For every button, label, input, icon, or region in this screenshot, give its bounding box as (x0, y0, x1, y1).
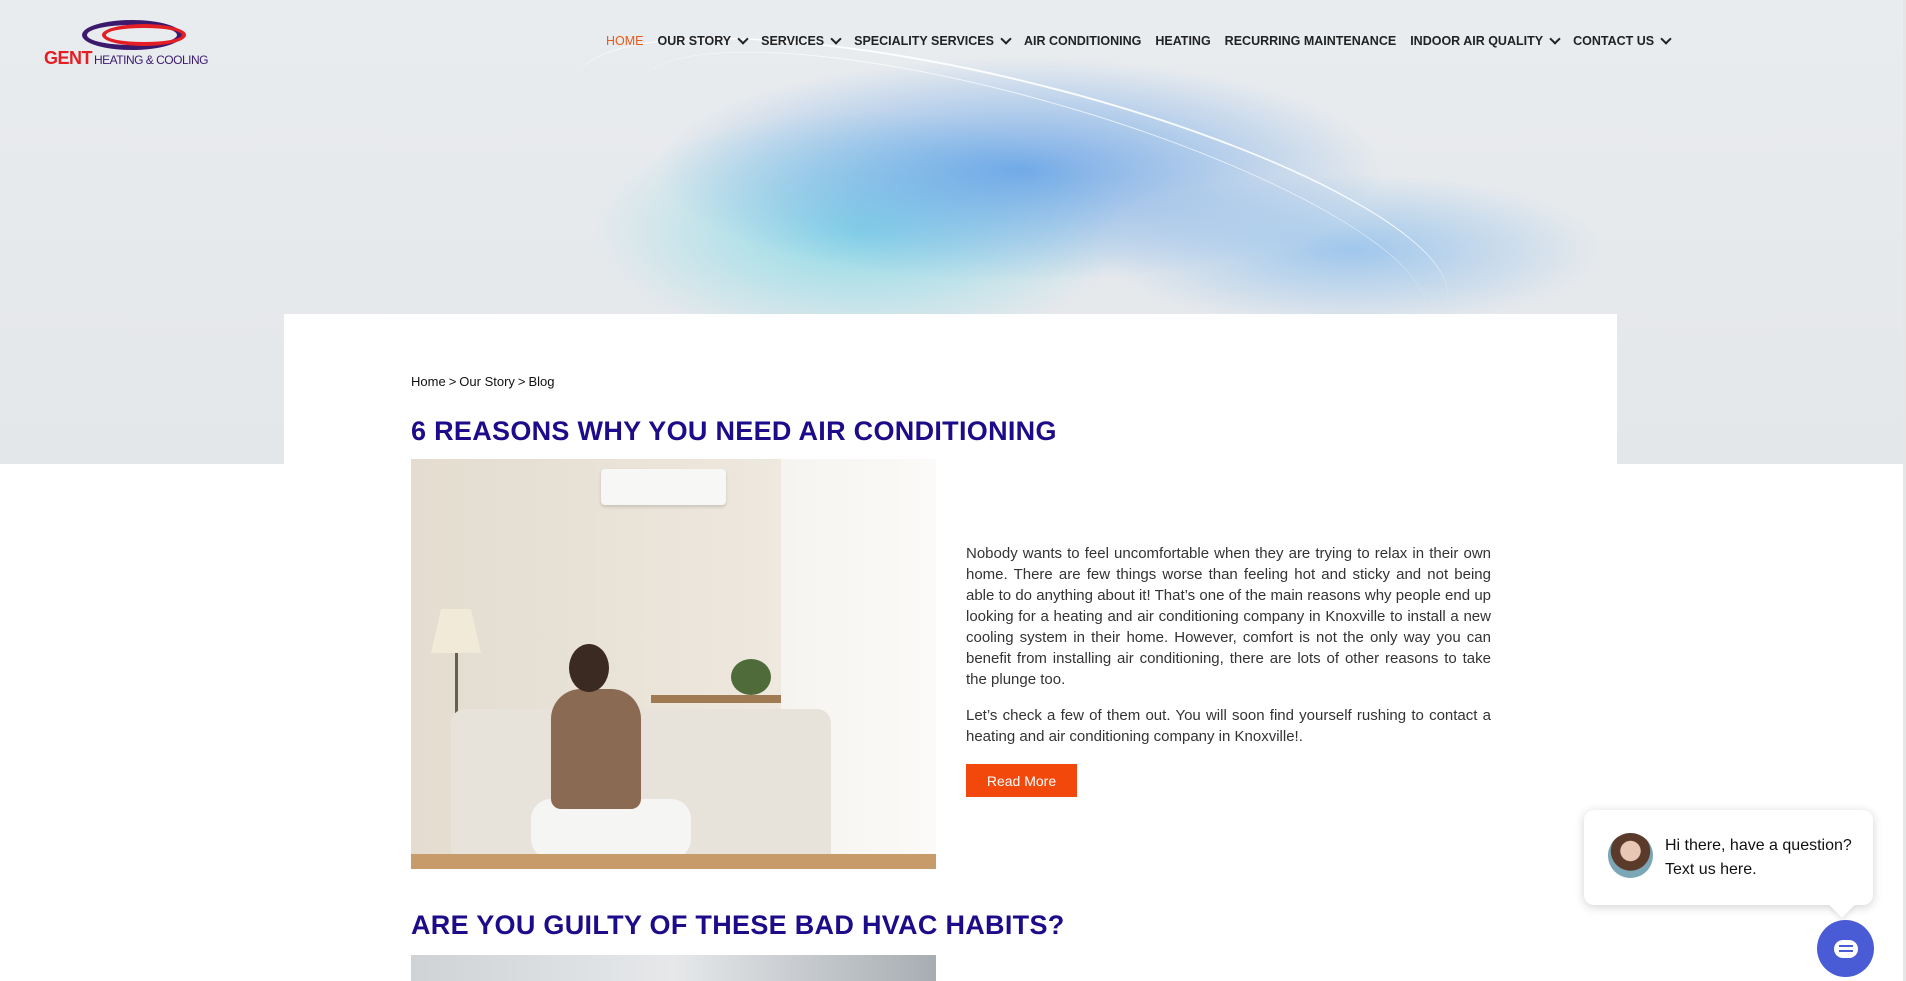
chevron-down-icon (737, 33, 749, 45)
chevron-down-icon (1000, 33, 1012, 45)
nav-item-contact-us[interactable]: CONTACT US (1573, 33, 1672, 48)
nav-label: AIR CONDITIONING (1023, 34, 1142, 48)
nav-item-speciality-services[interactable]: SPECIALITY SERVICES (854, 33, 1012, 48)
nav-label: HEATING (1155, 34, 1211, 48)
nav-item-our-story[interactable]: OUR STORY (657, 33, 749, 48)
person-head (569, 644, 609, 692)
plant (731, 659, 771, 695)
nav-label: HOME (606, 34, 644, 48)
nav-label: SPECIALITY SERVICES (854, 34, 994, 48)
post-title[interactable]: 6 REASONS WHY YOU NEED AIR CONDITIONING (411, 416, 1057, 447)
chevron-down-icon (1549, 33, 1561, 45)
chat-message: Hi there, have a question? Text us here. (1665, 837, 1852, 878)
post-excerpt: Nobody wants to feel uncomfortable when … (966, 543, 1491, 762)
nav-label: INDOOR AIR QUALITY (1410, 34, 1544, 48)
chat-prompt[interactable]: Hi there, have a question? Text us here. (1584, 810, 1873, 905)
air-conditioner-unit (601, 469, 726, 505)
breadcrumb-blog: Blog (528, 374, 555, 389)
nav-item-heating[interactable]: HEATING (1155, 34, 1210, 48)
logo-ring-accent (102, 24, 186, 46)
shelf (651, 695, 781, 703)
nav-item-air-conditioning[interactable]: AIR CONDITIONING (1024, 34, 1141, 48)
nav-item-services[interactable]: SERVICES (761, 33, 842, 48)
chat-icon (1833, 939, 1858, 958)
post-image[interactable] (411, 459, 936, 869)
nav-item-recurring-maintenance[interactable]: RECURRING MAINTENANCE (1225, 34, 1397, 48)
logo-word: GENT (44, 48, 93, 68)
nav-item-indoor-air-quality[interactable]: INDOOR AIR QUALITY (1410, 33, 1561, 48)
logo-subtitle: HEATING & COOLING (94, 53, 208, 67)
nav-label: CONTACT US (1573, 34, 1655, 48)
chat-launcher-button[interactable] (1817, 920, 1874, 977)
nav-label: RECURRING MAINTENANCE (1224, 34, 1397, 48)
site-logo[interactable]: GENT HEATING & COOLING (44, 18, 224, 70)
main-nav: HOME OUR STORY SERVICES SPECIALITY SERVI… (606, 33, 1684, 48)
post-title[interactable]: ARE YOU GUILTY OF THESE BAD HVAC HABITS? (411, 910, 1065, 941)
post-paragraph: Nobody wants to feel uncomfortable when … (966, 545, 1491, 688)
breadcrumb: Home > Our Story > Blog (411, 374, 555, 389)
chevron-down-icon (1660, 33, 1672, 45)
nav-label: OUR STORY (657, 34, 732, 48)
breadcrumb-home[interactable]: Home (411, 374, 446, 389)
post-paragraph: Let’s check a few of them out. You will … (966, 707, 1491, 745)
lamp-shade (431, 609, 481, 653)
chevron-down-icon (830, 33, 842, 45)
nav-label: SERVICES (761, 34, 825, 48)
person-body (551, 689, 641, 809)
breadcrumb-separator: > (517, 374, 526, 389)
nav-item-home[interactable]: HOME (606, 34, 644, 48)
avatar (1608, 833, 1653, 878)
floor (411, 854, 936, 869)
breadcrumb-our-story[interactable]: Our Story (459, 374, 515, 389)
breadcrumb-separator: > (448, 374, 457, 389)
read-more-button[interactable]: Read More (966, 764, 1077, 797)
post-image[interactable] (411, 955, 936, 981)
